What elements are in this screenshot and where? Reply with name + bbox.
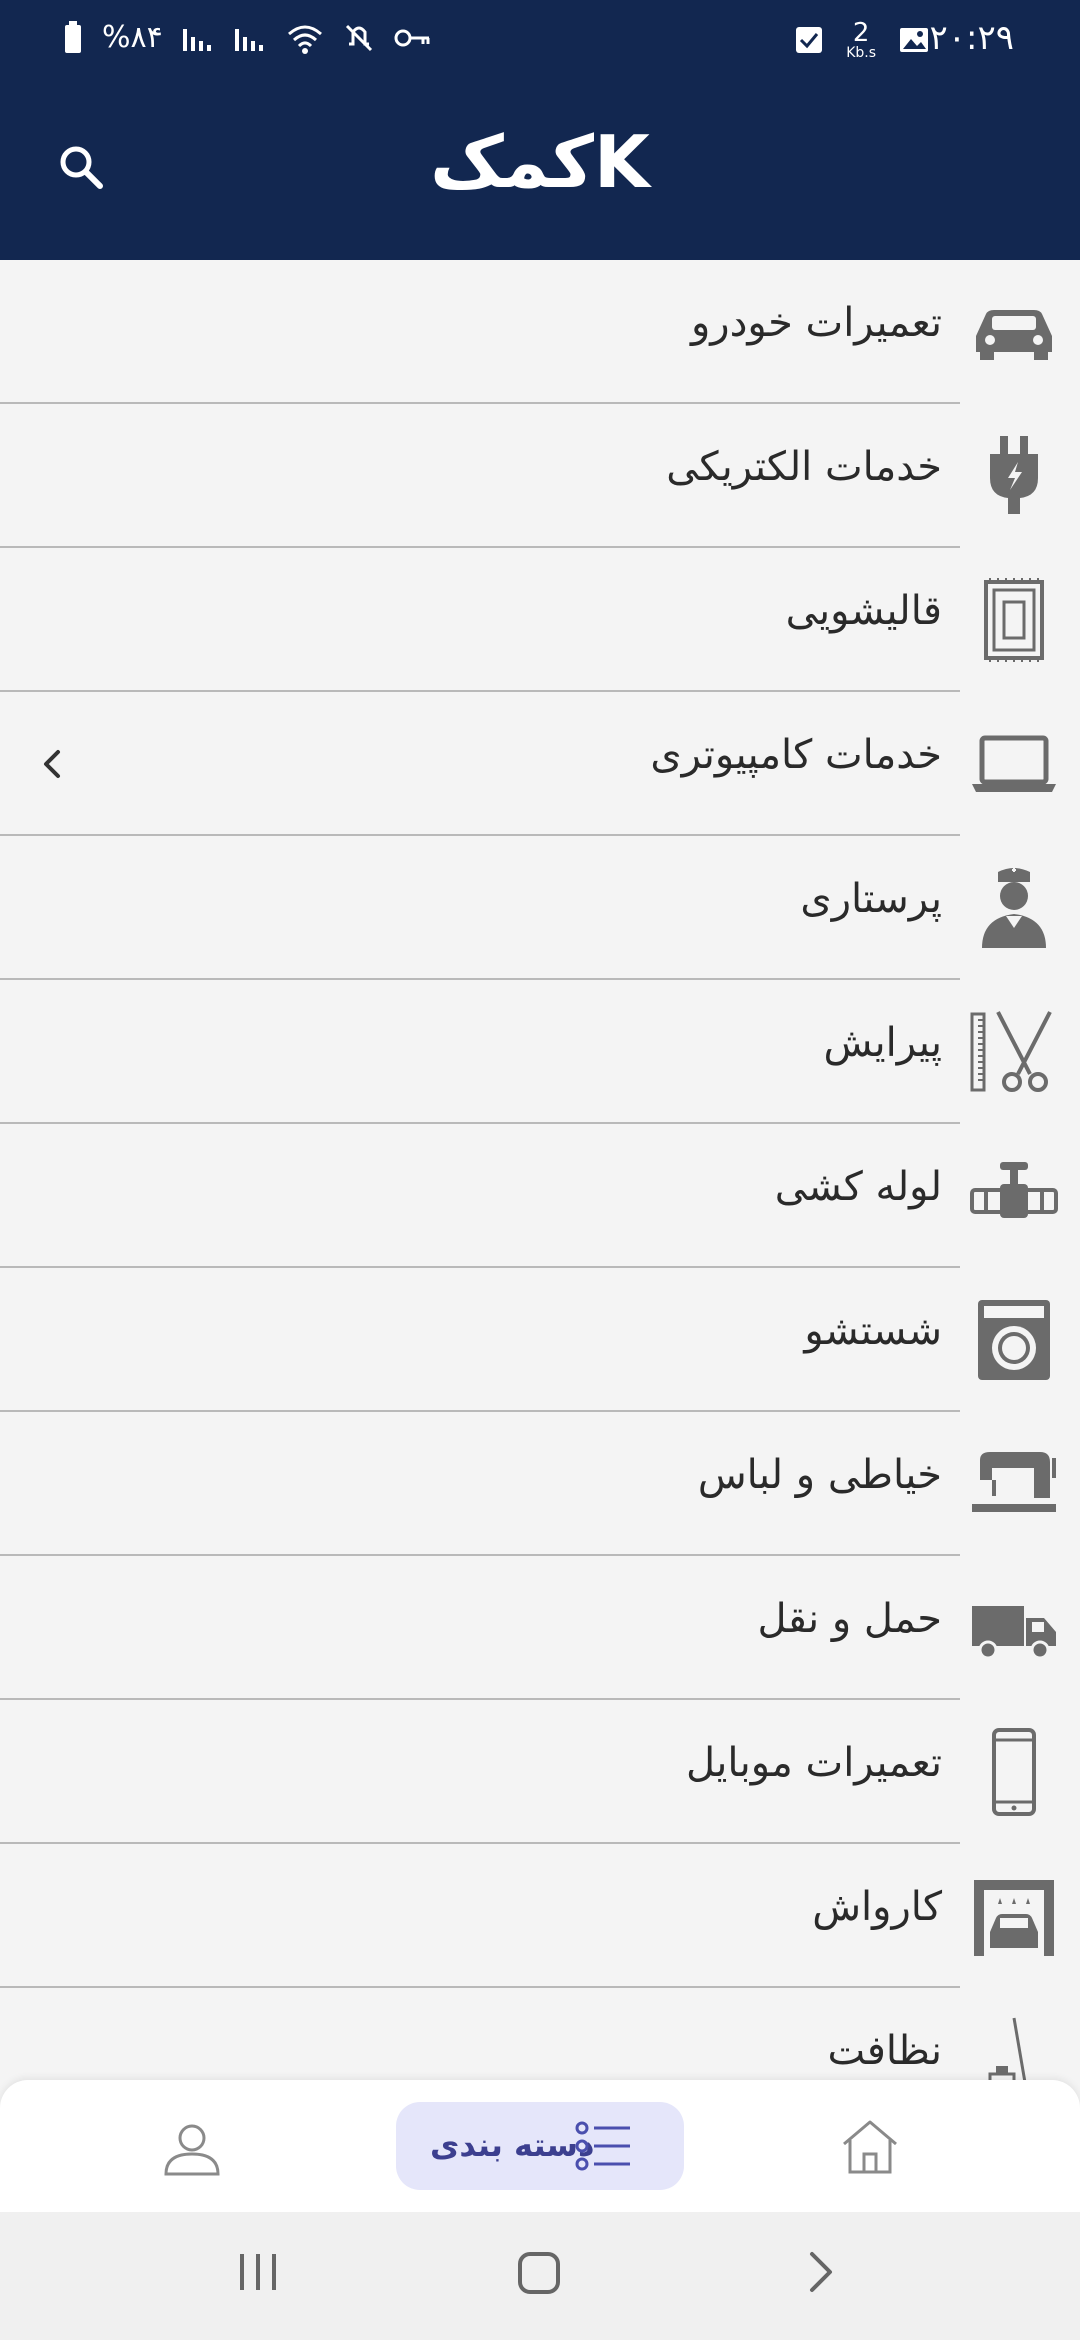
category-item-mobile-repair[interactable]: تعمیرات موبایل	[0, 1700, 1080, 1844]
category-item-carpet-cleaning[interactable]: قالیشویی	[0, 548, 1080, 692]
network-speed: 2 Kb.s	[846, 20, 876, 60]
chevron-left-icon[interactable]	[36, 740, 68, 788]
sewing-machine-icon	[972, 1452, 1056, 1512]
category-label: پیرایش	[823, 1020, 942, 1066]
category-label: قالیشویی	[785, 588, 942, 634]
category-item-tailoring[interactable]: خیاطی و لباس	[0, 1412, 1080, 1556]
pipe-valve-icon	[970, 1162, 1058, 1218]
app-title: کمکK	[430, 120, 650, 204]
category-item-electrical[interactable]: خدمات الکتریکی	[0, 404, 1080, 548]
categories-tab[interactable]: دسته بندی	[396, 2102, 684, 2190]
mobile-phone-icon	[992, 1728, 1036, 1816]
laptop-icon	[972, 735, 1056, 792]
signal-icon-2	[234, 28, 263, 51]
plug-icon	[990, 436, 1038, 514]
category-label: خدمات الکتریکی	[666, 444, 942, 490]
battery-percent: %۸۴	[102, 20, 163, 55]
category-item-barber[interactable]: پیرایش	[0, 980, 1080, 1124]
category-label: تعمیرات خودرو	[690, 300, 942, 346]
category-label: لوله کشی	[774, 1164, 942, 1210]
category-label: خدمات کامپیوتری	[650, 732, 942, 778]
status-right-icons: 2 Kb.s	[794, 20, 930, 60]
user-icon[interactable]	[160, 2116, 224, 2180]
category-label: شستشو	[804, 1308, 942, 1354]
mute-icon	[345, 24, 372, 51]
back-icon[interactable]	[806, 2248, 836, 2296]
system-home-icon[interactable]	[516, 2250, 562, 2296]
status-left-icons: %۸۴	[62, 20, 433, 55]
category-list: تعمیرات خودرو خدمات الکتریکی قالیشویی خد…	[0, 260, 1080, 2132]
category-item-car-wash[interactable]: کارواش	[0, 1844, 1080, 1988]
category-item-plumbing[interactable]: لوله کشی	[0, 1124, 1080, 1268]
wifi-icon	[287, 25, 322, 54]
categories-tab-label: دسته بندی	[430, 2126, 595, 2164]
category-item-computer-services[interactable]: خدمات کامپیوتری	[0, 692, 1080, 836]
status-bar: %۸۴ 2 Kb.s ۲۰:۲۹	[0, 0, 1080, 80]
category-item-washing[interactable]: شستشو	[0, 1268, 1080, 1412]
system-navigation-bar	[0, 2212, 1080, 2340]
car-icon	[976, 310, 1052, 360]
category-label: حمل و نقل	[757, 1596, 942, 1642]
app-header: %۸۴ 2 Kb.s ۲۰:۲۹ کمکK	[0, 0, 1080, 260]
home-icon[interactable]	[838, 2114, 902, 2178]
bottom-navigation: دسته بندی	[0, 2080, 1080, 2212]
truck-icon	[972, 1606, 1056, 1660]
signal-icon	[182, 28, 211, 51]
category-label: تعمیرات موبایل	[685, 1740, 942, 1786]
car-wash-icon	[974, 1880, 1054, 1956]
vpn-key-icon	[394, 29, 430, 46]
status-time: ۲۰:۲۹	[929, 18, 1014, 58]
category-label: پرستاری	[800, 876, 942, 922]
image-notification-icon	[900, 28, 928, 52]
network-speed-unit: Kb.s	[846, 45, 876, 61]
network-speed-value: 2	[852, 18, 870, 48]
checkbox-notification-icon	[796, 27, 823, 53]
carpet-icon	[984, 578, 1044, 662]
category-item-transport[interactable]: حمل و نقل	[0, 1556, 1080, 1700]
category-item-car-repair[interactable]: تعمیرات خودرو	[0, 260, 1080, 404]
battery-icon	[65, 20, 81, 53]
recents-icon[interactable]	[236, 2250, 280, 2294]
category-item-nursing[interactable]: پرستاری	[0, 836, 1080, 980]
nurse-icon	[982, 868, 1046, 948]
list-icon	[575, 2121, 630, 2171]
category-label: کارواش	[812, 1884, 942, 1930]
scissors-comb-icon	[970, 1011, 1052, 1092]
category-label: خیاطی و لباس	[697, 1452, 942, 1498]
washing-machine-icon	[978, 1300, 1050, 1380]
category-label: نظافت	[827, 2028, 942, 2074]
